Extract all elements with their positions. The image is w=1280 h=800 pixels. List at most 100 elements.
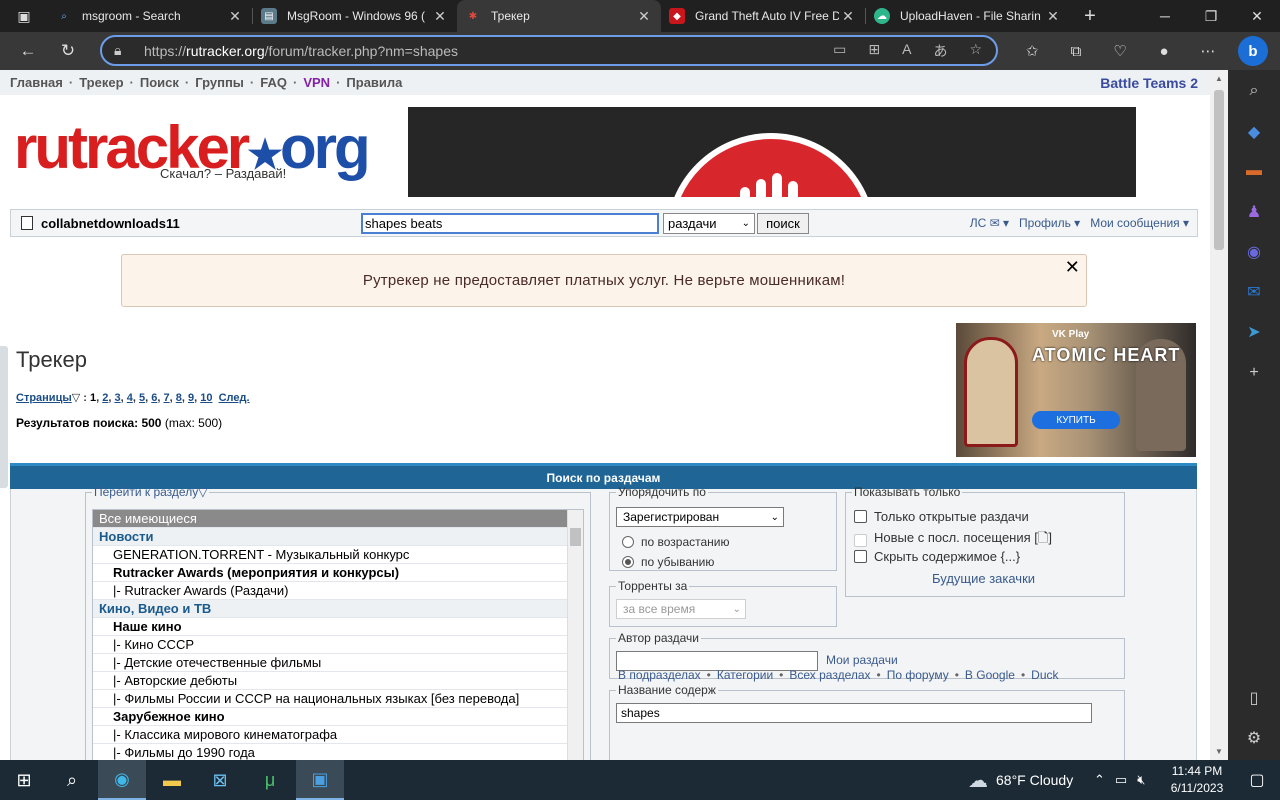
office-icon[interactable]: ◉: [1228, 242, 1280, 262]
page-link[interactable]: 3: [114, 392, 120, 404]
weather-widget[interactable]: ☁ 68°F Cloudy: [968, 760, 1073, 800]
side-panel-handle[interactable]: [0, 346, 8, 488]
site-logo[interactable]: rutracker★org Скачал? – Раздавай!: [14, 118, 371, 188]
outlook-icon[interactable]: ✉: [1228, 282, 1280, 302]
translate-icon[interactable]: あ: [933, 41, 947, 61]
minimize-icon[interactable]: ─: [1142, 0, 1188, 32]
close-icon[interactable]: ✕: [1065, 257, 1080, 278]
nav-rules[interactable]: Правила: [346, 75, 402, 90]
search-scope-select[interactable]: раздачи ⌄: [663, 213, 755, 234]
forum-option[interactable]: |- Кино СССР: [93, 636, 583, 654]
tab-actions-icon[interactable]: ▣: [0, 0, 48, 32]
my-releases-link[interactable]: Мои раздачи: [826, 653, 898, 667]
my-messages-link[interactable]: Мои сообщения ▾: [1090, 216, 1189, 230]
close-icon[interactable]: ✕: [1044, 8, 1062, 25]
forum-category[interactable]: Новости: [93, 528, 583, 546]
hide-content-checkbox[interactable]: Скрыть содержимое {...}: [854, 549, 1020, 564]
forum-option[interactable]: Зарубежное кино: [93, 708, 583, 726]
close-icon[interactable]: ✕: [635, 8, 653, 25]
next-page-link[interactable]: След.: [219, 392, 250, 404]
in-subsections-link[interactable]: В подразделах: [618, 668, 701, 682]
forum-option[interactable]: |- Авторские дебюты: [93, 672, 583, 690]
by-forum-link[interactable]: По форуму: [887, 668, 949, 682]
page-link[interactable]: 5: [139, 392, 145, 404]
page-link[interactable]: 9: [188, 392, 194, 404]
jump-to-section-link[interactable]: Перейти к разделу: [94, 485, 198, 499]
battle-teams-link[interactable]: Battle Teams 2: [1100, 75, 1198, 91]
search-icon[interactable]: ⌕: [48, 760, 96, 800]
forum-option[interactable]: Наше кино: [93, 618, 583, 636]
search-icon[interactable]: ⌕: [1228, 82, 1280, 100]
tab-uploadhaven[interactable]: ☁ UploadHaven - File Sharin ✕: [866, 0, 1070, 32]
close-icon[interactable]: ✕: [839, 8, 857, 25]
tab-tracker[interactable]: ✱ Трекер ✕: [457, 0, 661, 32]
pages-label[interactable]: Страницы: [16, 392, 72, 404]
close-window-icon[interactable]: ✕: [1234, 0, 1280, 32]
clock[interactable]: 11:44 PM 6/11/2023: [1162, 763, 1232, 797]
duck-link[interactable]: Duck: [1031, 668, 1058, 682]
app-icon[interactable]: ▣: [296, 760, 344, 800]
page-link[interactable]: 2: [102, 392, 108, 404]
games-icon[interactable]: ♟: [1228, 202, 1280, 222]
tab-msgroom[interactable]: ▤ MsgRoom - Windows 96 ( ✕: [253, 0, 457, 32]
username[interactable]: collabnetdownloads11: [41, 216, 180, 231]
utorrent-icon[interactable]: μ: [246, 760, 294, 800]
add-icon[interactable]: +: [1228, 364, 1280, 382]
open-only-checkbox[interactable]: Только открытые раздачи: [854, 509, 1029, 524]
search-input[interactable]: shapes beats: [361, 213, 659, 234]
app-available-icon[interactable]: ▭: [833, 41, 846, 61]
forum-option[interactable]: Rutracker Awards (мероприятия и конкурсы…: [93, 564, 583, 582]
order-asc-radio[interactable]: по возрастанию: [622, 535, 730, 549]
collections-icon[interactable]: ⧉: [1054, 32, 1098, 70]
logout-icon[interactable]: [21, 216, 33, 230]
all-sections-link[interactable]: Всех разделах: [789, 668, 870, 682]
period-select[interactable]: за все время ⌄: [616, 599, 746, 619]
tools-icon[interactable]: ▬: [1228, 162, 1280, 180]
forum-option[interactable]: Все имеющиеся: [93, 510, 583, 528]
network-icon[interactable]: ▭: [1115, 772, 1127, 788]
nav-home[interactable]: Главная: [10, 75, 63, 90]
file-explorer-icon[interactable]: ▬: [148, 760, 196, 800]
settings-gear-icon[interactable]: ⚙: [1228, 728, 1280, 748]
nav-vpn[interactable]: VPN: [303, 75, 330, 90]
store-icon[interactable]: ⊠: [196, 760, 244, 800]
page-link[interactable]: 4: [127, 392, 133, 404]
profile-avatar-icon[interactable]: ●: [1142, 32, 1186, 70]
nav-groups[interactable]: Группы: [195, 75, 244, 90]
refresh-icon[interactable]: ↻: [48, 32, 88, 70]
forum-category[interactable]: Кино, Видео и ТВ: [93, 600, 583, 618]
google-link[interactable]: В Google: [965, 668, 1015, 682]
buy-button[interactable]: КУПИТЬ: [1032, 411, 1120, 429]
search-button[interactable]: поиск: [757, 213, 809, 234]
new-since-checkbox[interactable]: Новые с посл. посещения [🗋]: [854, 529, 1052, 551]
start-windows-icon[interactable]: ⊞: [0, 760, 48, 800]
notifications-icon[interactable]: ▢: [1234, 760, 1280, 800]
forum-option[interactable]: |- Классика мирового кинематографа: [93, 726, 583, 744]
address-bar[interactable]: 🔒︎ https://rutracker.org/forum/tracker.p…: [100, 35, 998, 66]
favorite-star-icon[interactable]: ☆: [969, 41, 982, 61]
sidebar-panel-icon[interactable]: ▯: [1228, 688, 1280, 708]
shopping-tag-icon[interactable]: ◆: [1228, 122, 1280, 142]
close-icon[interactable]: ✕: [431, 8, 449, 25]
telegram-icon[interactable]: ➤: [1228, 322, 1280, 342]
page-link[interactable]: 6: [151, 392, 157, 404]
close-icon[interactable]: ✕: [226, 8, 244, 25]
profile-link[interactable]: Профиль ▾: [1019, 216, 1080, 230]
list-scrollbar[interactable]: [567, 510, 583, 760]
back-icon[interactable]: ←: [8, 32, 48, 70]
performance-icon[interactable]: ♡: [1098, 32, 1142, 70]
tab-msgroom-search[interactable]: ⌕ msgroom - Search ✕: [48, 0, 252, 32]
edge-icon[interactable]: ◉: [98, 760, 146, 800]
restore-icon[interactable]: ❐: [1188, 0, 1234, 32]
tab-gta[interactable]: ◆ Grand Theft Auto IV Free D ✕: [661, 0, 865, 32]
nav-tracker[interactable]: Трекер: [79, 75, 123, 90]
nav-faq[interactable]: FAQ: [260, 75, 287, 90]
forum-option[interactable]: |- Фильмы до 1990 года: [93, 744, 583, 760]
forum-option[interactable]: |- Rutracker Awards (Раздачи): [93, 582, 583, 600]
scrollbar-thumb[interactable]: [1214, 90, 1224, 250]
read-aloud-icon[interactable]: A: [902, 41, 911, 61]
apps-icon[interactable]: ⊞: [868, 41, 880, 61]
header-banner-ad[interactable]: [408, 107, 1136, 197]
new-tab-button[interactable]: +: [1070, 0, 1110, 32]
page-scrollbar[interactable]: ▲ ▼: [1210, 70, 1228, 760]
